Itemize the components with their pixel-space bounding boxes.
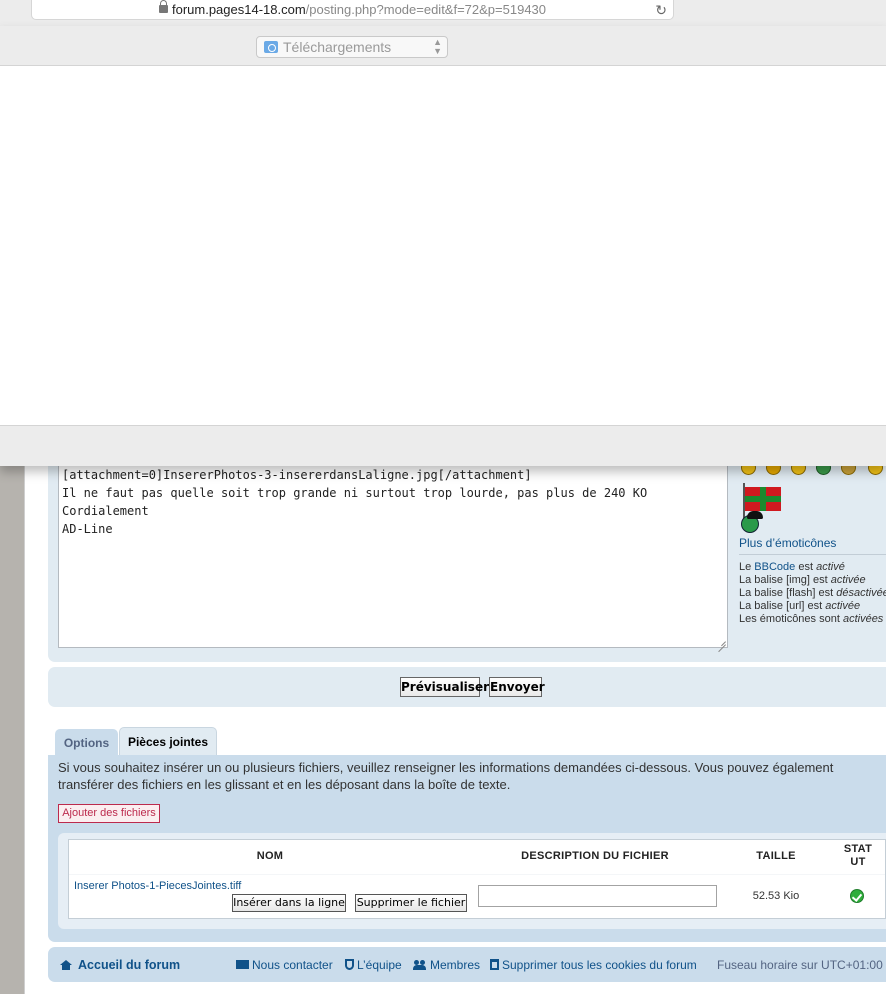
lock-icon [158,0,168,13]
address-bar[interactable]: forum.pages14-18.com/posting.php?mode=ed… [31,0,674,20]
address-host: forum.pages14-18.com [171,2,306,17]
status-text: est [795,561,817,573]
status-state: activée [830,574,866,586]
tab-attachments[interactable]: Pièces jointes [119,727,217,756]
address-path: /posting.php?mode=edit&f=72&p=519430 [305,2,547,17]
footer-link-members[interactable]: Membres [413,958,480,972]
file-description-input[interactable] [478,885,717,907]
status-text: La balise [url] est [739,600,826,612]
bbcode-link[interactable]: BBCode [754,561,795,573]
home-icon [60,960,72,970]
flag-cloth [745,487,781,511]
status-state: activé [816,561,845,573]
img-status-line: La balise [img] est activée [739,574,886,587]
browser-toolbar: forum.pages14-18.com/posting.php?mode=ed… [0,0,886,26]
bbcode-status-line: Le BBCode est activé [739,561,886,574]
check-circle-icon [850,889,864,903]
column-header-description: DESCRIPTION DU FICHIER [521,850,669,862]
url-status-line: La balise [url] est activée [739,600,886,613]
save-dialog-footer [0,425,886,466]
attachment-file-link[interactable]: Inserer Photos-1-PiecesJointes.tiff [74,880,241,892]
insert-inline-button[interactable]: Insérer dans la ligne [232,894,346,912]
bbcode-status: Le BBCode est activé La balise [img] est… [739,561,886,626]
divider [739,554,886,555]
file-size: 52.53 Kio [752,890,800,902]
status-text: Les émoticônes sont [739,613,843,625]
footer-link-contact[interactable]: Nous contacter [236,958,333,972]
save-dialog-header: Téléchargements ▲ ▼ [0,26,886,66]
chevron-updown-icon: ▲ ▼ [433,37,442,56]
basque-flag-smiley-icon[interactable] [741,483,785,533]
beret [747,511,763,519]
message-textarea[interactable]: [attachment=0]InsererPhotos-3-insererdan… [58,466,728,648]
envelope-icon [236,960,249,969]
table-row-divider [69,874,885,875]
location-select[interactable]: Téléchargements ▲ ▼ [256,36,448,58]
status-text: La balise [flash] est [739,587,837,599]
column-header-status: STAT UT [843,843,873,868]
downloads-folder-icon [264,41,278,53]
footer-link-team[interactable]: L’équipe [345,958,402,972]
status-state: activées [842,613,884,625]
add-files-button[interactable]: Ajouter des fichiers [58,804,160,823]
flash-status-line: La balise [flash] est désactivée [739,587,886,600]
column-header-name: NOM [256,850,284,862]
location-select-value: Téléchargements [283,39,392,55]
footer-link-label: L’équipe [357,958,402,972]
footer-link-label: Membres [430,958,481,972]
footer-link-delete-cookies[interactable]: Supprimer tous les cookies du forum [490,958,697,972]
shield-icon [345,959,354,970]
submit-button[interactable]: Envoyer [489,677,545,697]
smilies-status-line: Les émoticônes sont activées [739,613,886,626]
footer-link-label: Supprimer tous les cookies du forum [502,958,697,972]
more-smilies-link[interactable]: Plus d’émoticônes [739,536,836,550]
save-dialog-body [0,66,886,425]
resize-handle-icon[interactable] [717,636,727,646]
status-text: La balise [img] est [739,574,831,586]
status-state: activée [825,600,861,612]
footer-link-label: Nous contacter [252,958,333,972]
tab-options[interactable]: Options [55,729,118,756]
save-dialog: Téléchargements ▲ ▼ [0,26,886,466]
column-header-size: TAILLE [756,850,796,862]
attachments-help-text: Si vous souhaitez insérer un ou plusieur… [58,760,834,792]
delete-file-button[interactable]: Supprimer le fichier [355,894,467,912]
footer-link-home[interactable]: Accueil du forum [60,958,180,972]
timezone-text: Fuseau horaire sur UTC+01:00 [717,958,883,972]
footer-link-label: Accueil du forum [78,958,181,972]
status-text: Le [739,561,755,573]
trash-icon [490,959,499,970]
users-icon [413,960,427,970]
reload-icon[interactable]: ↻ [655,1,667,20]
preview-button[interactable]: Prévisualiser [400,677,489,697]
status-state: désactivée [836,587,886,599]
